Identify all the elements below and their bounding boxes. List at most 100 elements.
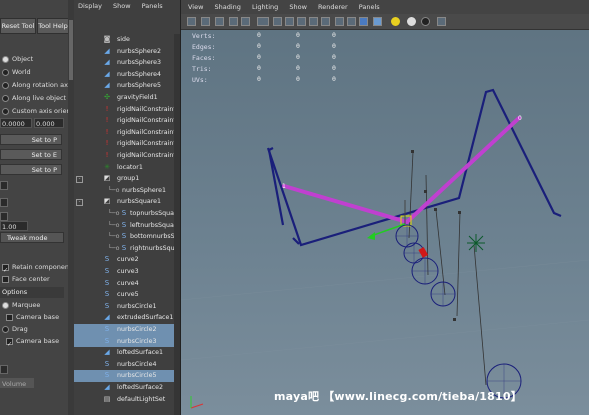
outliner-item[interactable]: - ◩ group1 [74,173,174,185]
checkbox-icon[interactable] [0,212,8,221]
outliner-item[interactable]: Scurve2 [74,254,174,266]
outliner-item[interactable]: ◢ loftedSurface2 [74,382,174,394]
outliner-item[interactable]: ✣ gravityField1 [74,92,174,104]
option-world[interactable]: World [2,67,31,78]
menu-shading[interactable]: Shading [215,3,241,11]
checkbox-icon[interactable] [0,365,8,374]
camera-based-checkbox-2[interactable]: ✓ Camera base [6,336,59,348]
select-camera-icon[interactable] [187,17,196,26]
image-plane-icon[interactable] [229,17,238,26]
smooth-shade-icon[interactable] [347,17,356,26]
radio-icon[interactable] [2,94,9,102]
radio-icon[interactable] [2,325,9,333]
outliner-item[interactable]: ◢ nurbsSphere3 [74,57,174,69]
scrollbar-thumb[interactable] [69,20,73,80]
grid-icon[interactable] [241,17,250,26]
camera-attr-icon[interactable] [201,17,210,26]
outliner-item[interactable]: ! rigidNailConstraint [74,115,174,127]
outliner-item[interactable]: ◢ nurbsSphere4 [74,69,174,81]
outliner-item[interactable]: └─oStopnurbsSquare [74,208,174,220]
menu-lighting[interactable]: Lighting [252,3,278,11]
outliner-item[interactable]: Scurve3 [74,266,174,278]
safe-title-icon[interactable] [321,17,330,26]
shaded-icon[interactable] [359,17,368,26]
set-to-face-button[interactable]: Set to P [0,164,62,175]
outliner-item[interactable]: └─oSbottomnurbsSqu [74,231,174,243]
set-to-edge-button[interactable]: Set to E [0,149,62,160]
tolerance-field[interactable]: 1.00 [0,221,28,231]
options-section-header[interactable]: Options [0,287,64,298]
outliner-item[interactable]: Scurve5 [74,289,174,301]
shadows-icon[interactable] [421,17,430,26]
radio-icon[interactable] [2,301,9,309]
camera-based-checkbox-1[interactable]: Camera base [6,312,59,323]
radio-icon[interactable] [2,81,9,89]
gate-mask-icon[interactable] [285,17,294,26]
outliner-item[interactable]: └─o nurbsSphere1 [74,185,174,197]
checkbox-icon[interactable] [0,198,8,207]
collapse-icon[interactable]: - [76,199,83,207]
checkbox-icon[interactable] [2,275,9,283]
outliner-item[interactable]: SnurbsCircle1 [74,301,174,313]
outliner-item[interactable]: SnurbsCircle4 [74,359,174,371]
menu-show[interactable]: Show [289,3,307,11]
isolate-select-icon[interactable] [437,17,446,26]
outliner-item[interactable]: └─oSleftnurbsSquare [74,220,174,232]
option-object[interactable]: Object [2,54,33,65]
viewport-3d[interactable]: 0 1 [181,0,589,415]
checkbox-icon[interactable] [0,181,8,190]
checkbox-icon[interactable]: ✓ [6,337,13,348]
option-custom-axis[interactable]: Custom axis orien [2,106,71,117]
outliner-item[interactable]: ! rigidNailConstraint [74,104,174,116]
radio-icon[interactable] [2,107,9,115]
outliner-item[interactable]: ◙ side [74,34,174,46]
collapse-icon[interactable]: - [76,176,83,184]
axis-x-field[interactable]: 0.0000 [0,118,32,128]
outliner-item[interactable]: SnurbsCircle2 [74,324,174,336]
face-center-checkbox[interactable]: Face center [2,274,50,285]
reset-tool-button[interactable]: Reset Tool [0,18,36,34]
radio-icon[interactable] [2,55,9,63]
outliner-item[interactable]: ! rigidNailConstraint [74,150,174,162]
volume-dropdown[interactable]: Volume [0,378,34,388]
resolution-gate-icon[interactable] [273,17,282,26]
option-rotation-axis[interactable]: Along rotation axi [2,80,70,91]
tweak-mode-toggle[interactable]: Tweak mode [0,232,64,243]
textured-icon[interactable] [373,17,382,26]
bookmark-icon[interactable] [215,17,224,26]
all-lights-icon[interactable] [407,17,416,26]
outliner-item[interactable]: ✳ locator1 [74,162,174,174]
field-chart-icon[interactable] [297,17,306,26]
drag-radio[interactable]: Drag [2,324,28,335]
wireframe-icon[interactable] [335,17,344,26]
option-live-object[interactable]: Along live object a [2,93,72,104]
outliner-item[interactable]: ◢ nurbsSphere5 [74,80,174,92]
menu-show[interactable]: Show [113,2,131,10]
tool-help-button[interactable]: Tool Help [37,18,69,34]
outliner-item[interactable]: └─oSrightnurbsSquare [74,243,174,255]
film-gate-icon[interactable] [257,17,269,26]
menu-panels[interactable]: Panels [359,3,380,11]
outliner-item[interactable]: ◢ nurbsSphere2 [74,46,174,58]
default-light-icon[interactable] [391,17,400,26]
outliner-item[interactable]: Scurve4 [74,278,174,290]
menu-panels[interactable]: Panels [142,2,163,10]
outliner-item[interactable]: - ◩ nurbsSquare1 [74,196,174,208]
outliner-item[interactable]: ◢ loftedSurface1 [74,347,174,359]
outliner-item[interactable]: SnurbsCircle3 [74,335,174,348]
axis-y-field[interactable]: 0.000 [34,118,64,128]
checkbox-icon[interactable] [6,313,13,321]
set-to-point-button[interactable]: Set to P [0,134,62,145]
retain-component-checkbox[interactable]: ✓ Retain componen [2,262,69,274]
outliner-item[interactable]: ! rigidNailConstraint [74,127,174,139]
outliner-item[interactable]: ! rigidNailConstraint [74,138,174,150]
outliner-item[interactable]: SnurbsCircle5 [74,370,174,382]
menu-display[interactable]: Display [78,2,102,10]
outliner-item[interactable]: ▤ defaultLightSet [74,394,174,406]
outliner-item[interactable]: ◢ extrudedSurface1 [74,312,174,324]
safe-action-icon[interactable] [309,17,318,26]
viewport-scene[interactable]: 0 1 [181,0,589,415]
menu-view[interactable]: View [188,3,203,11]
checkbox-icon[interactable]: ✓ [2,263,9,274]
marquee-radio[interactable]: Marquee [2,300,40,311]
